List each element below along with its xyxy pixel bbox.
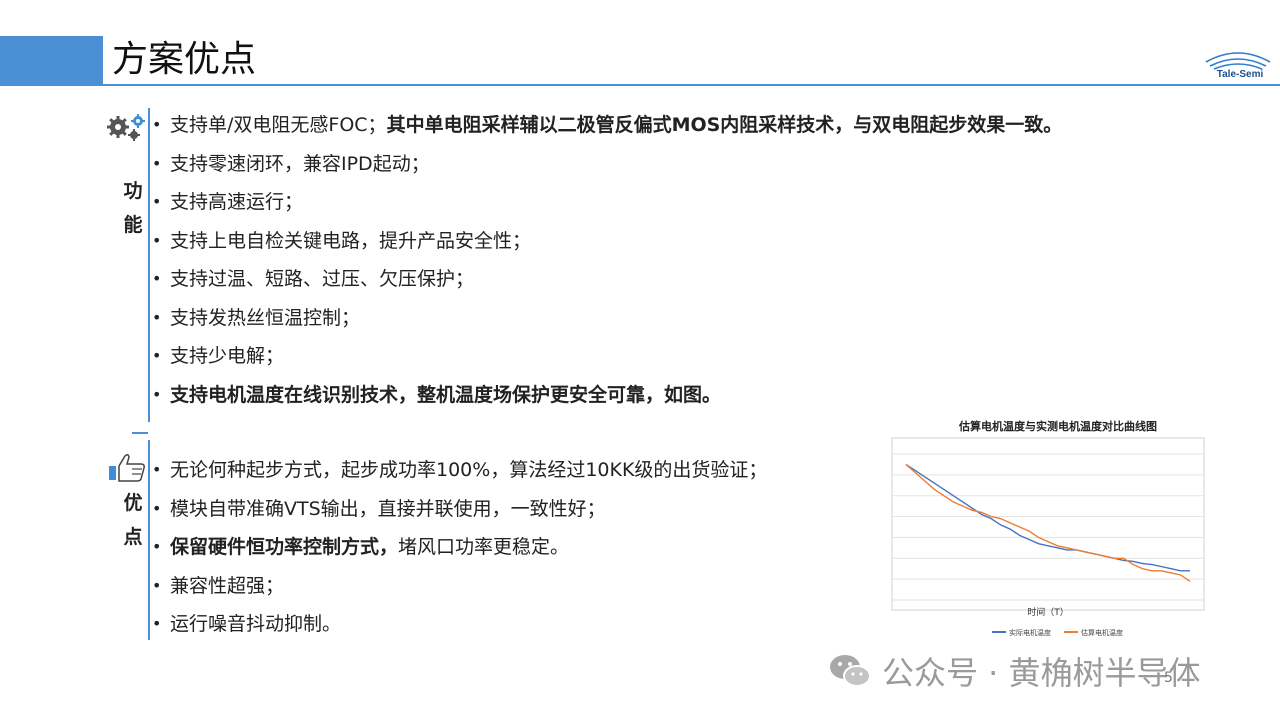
chart-plot-area	[891, 437, 1205, 611]
title-underline	[0, 84, 1280, 86]
advantage-label: 优 点	[123, 492, 143, 548]
list-item: • 支持少电解；	[152, 345, 285, 367]
function-divider-line	[148, 108, 150, 422]
advantage-list: • 无论何种起步方式，起步成功率100%，算法经过10KK级的出货验证； • 模块自…	[152, 451, 767, 644]
wechat-icon	[830, 655, 871, 687]
advantage-divider-line	[148, 440, 150, 640]
list-item: • 保留硬件恒功率控制方式，堵风口功率更稳定。	[152, 536, 570, 558]
temperature-comparison-chart: 估算电机温度与实测电机温度对比曲线图 时间（T） 实际电机温度 估算电机温度	[891, 419, 1205, 637]
legend-label-0: 实际电机温度	[1009, 628, 1051, 637]
list-item: • 兼容性超强；	[152, 574, 285, 597]
logo-text: Tale-Semi	[1216, 69, 1264, 80]
watermark: 公众号 · 黄桷树半导体	[828, 648, 1201, 694]
chart-title: 估算电机温度与实测电机温度对比曲线图	[958, 419, 1157, 433]
gears-icon	[107, 114, 145, 141]
list-item: • 运行噪音抖动抑制。	[152, 613, 342, 635]
title-accent-bar	[0, 36, 103, 84]
list-item: • 支持过温、短路、过压、欠压保护；	[152, 268, 475, 290]
thumbs-up-icon	[109, 453, 145, 482]
list-item: • 支持零速闭环，兼容IPD起动；	[152, 152, 430, 175]
list-item: • 支持高速运行；	[152, 191, 304, 213]
function-label: 功 能	[123, 180, 143, 236]
chart-legend: 实际电机温度 估算电机温度	[992, 628, 1123, 637]
chart-x-axis-label: 时间（T）	[1027, 606, 1069, 618]
list-item: • 模块自带准确VTS输出，直接并联使用，一致性好；	[152, 497, 606, 520]
list-item: • 无论何种起步方式，起步成功率100%，算法经过10KK级的出货验证；	[152, 459, 768, 481]
legend-label-1: 估算电机温度	[1081, 628, 1123, 637]
function-list: • 支持单/双电阻无感FOC；其中单电阻采样辅以二极管反偏式MOS内阻采样技术，与…	[152, 106, 1062, 414]
page-title: 方案优点	[112, 39, 257, 80]
list-item: • 支持上电自检关键电路，提升产品安全性；	[152, 229, 532, 252]
section-separator	[132, 432, 148, 434]
list-item: • 支持单/双电阻无感FOC；其中单电阻采样辅以二极管反偏式MOS内阻采样技术，与…	[152, 114, 1063, 136]
page-number: 5	[1164, 670, 1173, 686]
list-item: • 支持发热丝恒温控制；	[152, 306, 361, 329]
